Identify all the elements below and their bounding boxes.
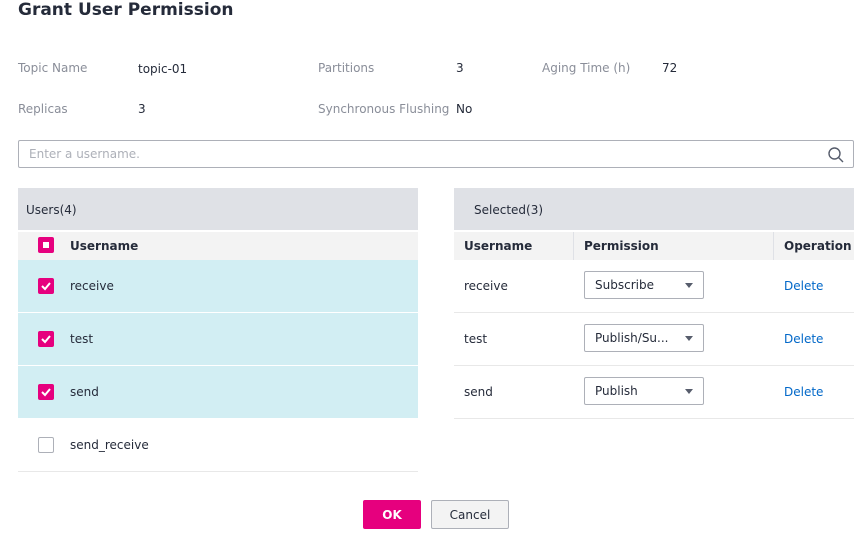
check-icon xyxy=(41,282,51,291)
delete-link[interactable]: Delete xyxy=(784,279,823,293)
replicas-value: 3 xyxy=(138,102,146,116)
delete-link[interactable]: Delete xyxy=(784,385,823,399)
check-icon xyxy=(41,388,51,397)
selected-row-receive: receive Subscribe Delete xyxy=(454,260,854,313)
users-column-header: Username xyxy=(18,230,418,260)
search-icon[interactable] xyxy=(827,146,845,164)
user-checkbox[interactable] xyxy=(38,437,54,453)
caret-down-icon xyxy=(685,336,693,341)
selected-column-header: Username Permission Operation xyxy=(454,230,854,260)
user-name: receive xyxy=(70,279,114,293)
permission-select[interactable]: Publish/Su... xyxy=(584,324,704,352)
topic-name-value: topic-01 xyxy=(138,62,188,76)
dialog-title: Grant User Permission xyxy=(18,0,234,20)
operation-column-label: Operation xyxy=(784,239,852,253)
partitions-label: Partitions xyxy=(318,61,375,75)
aging-time-label: Aging Time (h) xyxy=(542,61,631,75)
selected-row-send: send Publish Delete xyxy=(454,366,854,419)
permission-select[interactable]: Publish xyxy=(584,377,704,405)
username-column-label: Username xyxy=(70,239,139,253)
username-column-label: Username xyxy=(464,239,533,253)
search-input[interactable] xyxy=(29,145,809,163)
permission-column-label: Permission xyxy=(584,239,659,253)
selected-panel-header: Selected(3) xyxy=(454,188,854,230)
partitions-value: 3 xyxy=(456,61,464,75)
column-divider xyxy=(773,232,774,260)
user-checkbox[interactable] xyxy=(38,384,54,400)
replicas-label: Replicas xyxy=(18,102,68,116)
users-panel-header: Users(4) xyxy=(18,188,418,230)
selected-row-test: test Publish/Su... Delete xyxy=(454,313,854,366)
selected-user-name: send xyxy=(464,385,493,399)
user-name: send xyxy=(70,385,99,399)
user-row-receive[interactable]: receive xyxy=(18,260,418,313)
select-all-checkbox[interactable] xyxy=(38,237,54,253)
user-row-test[interactable]: test xyxy=(18,313,418,366)
delete-link[interactable]: Delete xyxy=(784,332,823,346)
permission-value: Publish xyxy=(595,384,638,398)
user-row-send[interactable]: send xyxy=(18,366,418,419)
caret-down-icon xyxy=(685,283,693,288)
selected-user-name: receive xyxy=(464,279,508,293)
permission-select[interactable]: Subscribe xyxy=(584,271,704,299)
user-name: test xyxy=(70,332,94,346)
cancel-button[interactable]: Cancel xyxy=(431,500,509,529)
column-divider xyxy=(573,232,574,260)
sync-flushing-value: No xyxy=(456,102,473,116)
sync-flushing-label: Synchronous Flushing xyxy=(318,102,450,116)
user-checkbox[interactable] xyxy=(38,278,54,294)
selected-user-name: test xyxy=(464,332,488,346)
topic-name-label: Topic Name xyxy=(18,61,88,75)
permission-value: Publish/Su... xyxy=(595,331,669,345)
aging-time-value: 72 xyxy=(662,61,678,75)
user-row-send-receive[interactable]: send_receive xyxy=(18,419,418,472)
selected-panel: Selected(3) Username Permission Operatio… xyxy=(454,188,854,419)
users-panel: Users(4) Username receive test send send… xyxy=(18,188,418,472)
ok-button[interactable]: OK xyxy=(363,500,421,529)
caret-down-icon xyxy=(685,389,693,394)
user-checkbox[interactable] xyxy=(38,331,54,347)
user-name: send_receive xyxy=(70,438,149,452)
permission-value: Subscribe xyxy=(595,278,654,292)
search-box[interactable] xyxy=(18,140,854,168)
check-icon xyxy=(41,335,51,344)
